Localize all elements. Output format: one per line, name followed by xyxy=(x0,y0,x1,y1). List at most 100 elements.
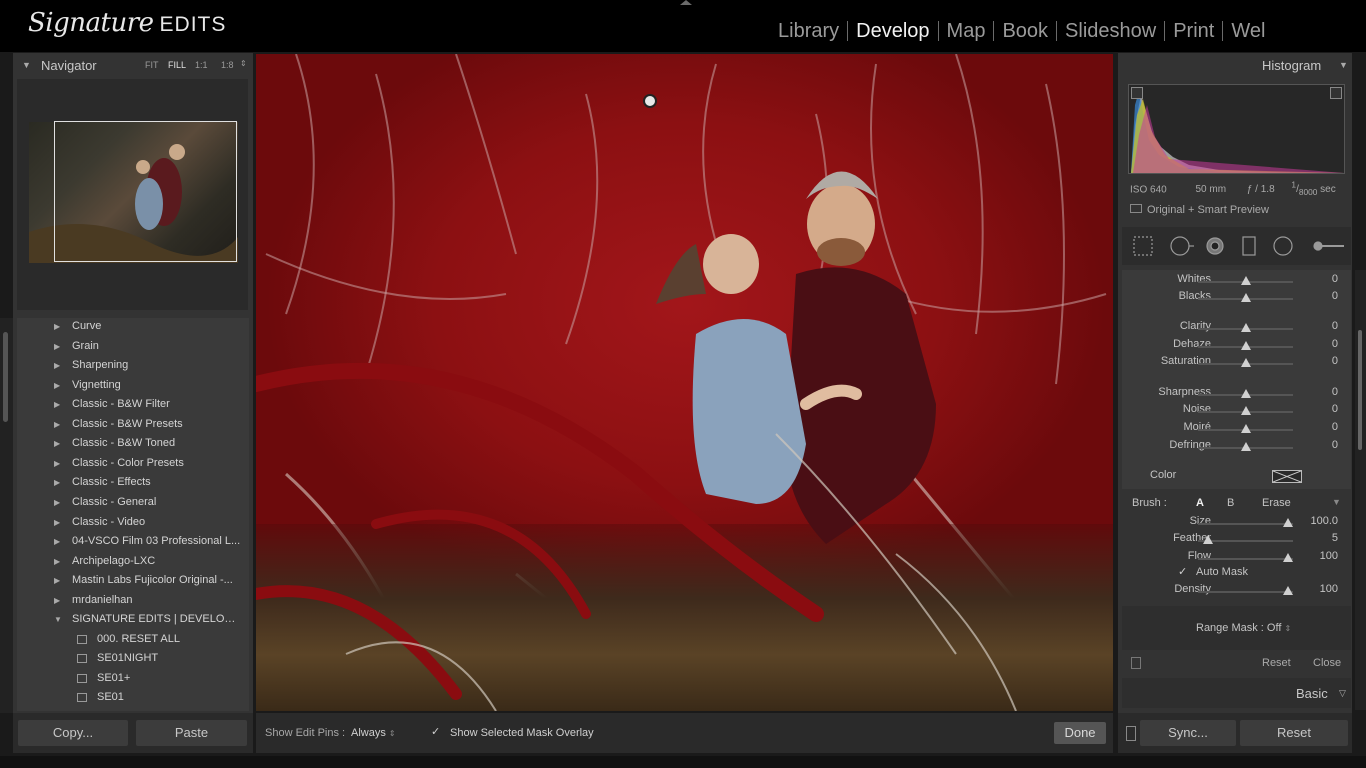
basic-panel-title[interactable]: Basic xyxy=(1296,686,1328,701)
preset-folder[interactable]: ▶ mrdanielhan xyxy=(17,592,249,611)
folder-collapsed-icon[interactable]: ▶ xyxy=(54,381,60,390)
slider-handle[interactable] xyxy=(1202,535,1213,544)
slider-blacks[interactable]: Blacks 0 xyxy=(1122,289,1346,306)
histogram-title[interactable]: Histogram xyxy=(1262,58,1321,73)
module-print[interactable]: Print xyxy=(1165,20,1222,43)
folder-collapsed-icon[interactable]: ▶ xyxy=(54,576,60,585)
preset-folder[interactable]: ▶ Grain xyxy=(17,338,249,357)
preset-folder[interactable]: ▼ SIGNATURE EDITS | DEVELOP PR... xyxy=(17,611,249,630)
module-library[interactable]: Library xyxy=(770,20,847,43)
preset-folder[interactable]: ▶ Archipelago-LXC xyxy=(17,553,249,572)
module-web[interactable]: Wel xyxy=(1223,20,1273,43)
folder-collapsed-icon[interactable]: ▶ xyxy=(54,596,60,605)
edit-pin[interactable] xyxy=(643,94,657,108)
folder-collapsed-icon[interactable]: ▶ xyxy=(54,478,60,487)
slider-brush-density[interactable]: Density 100 xyxy=(1122,582,1346,599)
basic-collapse-icon[interactable]: ▽ xyxy=(1339,688,1346,699)
folder-collapsed-icon[interactable]: ▶ xyxy=(54,518,60,527)
folder-collapsed-icon[interactable]: ▶ xyxy=(54,498,60,507)
auto-mask-label[interactable]: Auto Mask xyxy=(1196,566,1248,578)
slider-handle[interactable] xyxy=(1240,293,1251,302)
preset-folder[interactable]: ▶ Classic - Effects xyxy=(17,474,249,493)
slider-handle[interactable] xyxy=(1283,553,1294,562)
slider-brush-feather[interactable]: Feather 5 xyxy=(1122,531,1346,548)
slider-brush-flow[interactable]: Flow 100 xyxy=(1122,549,1346,566)
slider-track[interactable] xyxy=(1198,558,1293,560)
color-swatch[interactable] xyxy=(1272,470,1302,483)
show-edit-pins-select[interactable]: Always ⇕ xyxy=(351,727,396,739)
slider-defringe[interactable]: Defringe 0 xyxy=(1122,438,1346,455)
folder-collapsed-icon[interactable]: ▶ xyxy=(54,557,60,566)
slider-dehaze[interactable]: Dehaze 0 xyxy=(1122,337,1346,354)
navigator-view-rectangle[interactable] xyxy=(54,121,237,262)
folder-collapsed-icon[interactable]: ▶ xyxy=(54,342,60,351)
slider-value[interactable]: 0 xyxy=(1332,290,1338,302)
panel-reset-button[interactable]: Reset xyxy=(1262,657,1291,669)
module-slideshow[interactable]: Slideshow xyxy=(1057,20,1164,43)
preset-folder[interactable]: ▶ Sharpening xyxy=(17,357,249,376)
slider-value[interactable]: 0 xyxy=(1332,338,1338,350)
histogram-collapse-icon[interactable]: ▼ xyxy=(1339,60,1348,70)
zoom-1-1[interactable]: 1:1 xyxy=(195,60,208,70)
slider-handle[interactable] xyxy=(1283,586,1294,595)
auto-sync-toggle-icon[interactable] xyxy=(1126,726,1136,741)
folder-collapsed-icon[interactable]: ▶ xyxy=(54,439,60,448)
shadow-clipping-icon[interactable] xyxy=(1131,87,1143,99)
module-book[interactable]: Book xyxy=(994,20,1056,43)
slider-moir[interactable]: Moiré 0 xyxy=(1122,420,1346,437)
slider-handle[interactable] xyxy=(1240,276,1251,285)
slider-value[interactable]: 100 xyxy=(1320,583,1338,595)
slider-handle[interactable] xyxy=(1240,341,1251,350)
navigator-collapse-icon[interactable]: ▼ xyxy=(22,60,31,70)
brush-collapse-icon[interactable]: ▼ xyxy=(1332,497,1341,507)
slider-handle[interactable] xyxy=(1240,424,1251,433)
folder-collapsed-icon[interactable]: ▶ xyxy=(54,361,60,370)
mask-toggle-switch-icon[interactable] xyxy=(1131,657,1141,669)
reset-button[interactable]: Reset xyxy=(1240,720,1348,746)
preset-folder[interactable]: ▶ Classic - B&W Filter xyxy=(17,396,249,415)
slider-track[interactable] xyxy=(1198,591,1293,593)
slider-handle[interactable] xyxy=(1240,389,1251,398)
preset-folder[interactable]: ▶ Classic - General xyxy=(17,494,249,513)
slider-value[interactable]: 0 xyxy=(1332,421,1338,433)
preset-folder[interactable]: ▶ Vignetting xyxy=(17,377,249,396)
collapse-top-panel-icon[interactable] xyxy=(680,0,692,5)
slider-sharpness[interactable]: Sharpness 0 xyxy=(1122,385,1346,402)
left-panel-scrollbar[interactable] xyxy=(0,318,13,713)
preset-folder[interactable]: ▶ Classic - B&W Presets xyxy=(17,416,249,435)
navigator-title[interactable]: Navigator xyxy=(41,58,97,73)
panel-close-button[interactable]: Close xyxy=(1313,657,1341,669)
slider-whites[interactable]: Whites 0 xyxy=(1122,272,1346,289)
preset-item[interactable]: 000. RESET ALL xyxy=(17,631,249,650)
slider-handle[interactable] xyxy=(1283,518,1294,527)
slider-value[interactable]: 100 xyxy=(1320,550,1338,562)
brush-erase-tab[interactable]: Erase xyxy=(1262,497,1291,509)
slider-value[interactable]: 0 xyxy=(1332,403,1338,415)
brush-a-tab[interactable]: A xyxy=(1196,497,1204,509)
slider-handle[interactable] xyxy=(1240,323,1251,332)
preset-item[interactable]: SE01+ xyxy=(17,670,249,689)
paste-button[interactable]: Paste xyxy=(136,720,247,746)
folder-collapsed-icon[interactable]: ▶ xyxy=(54,322,60,331)
preset-folder[interactable]: ▶ 04-VSCO Film 03 Professional L... xyxy=(17,533,249,552)
copy-button[interactable]: Copy... xyxy=(18,720,128,746)
auto-mask-checkbox[interactable]: ✓ xyxy=(1178,565,1187,578)
preset-folder[interactable]: ▶ Classic - Color Presets xyxy=(17,455,249,474)
slider-handle[interactable] xyxy=(1240,406,1251,415)
folder-collapsed-icon[interactable]: ▶ xyxy=(54,537,60,546)
slider-value[interactable]: 0 xyxy=(1332,439,1338,451)
preset-item[interactable]: SE01NIGHT xyxy=(17,650,249,669)
zoom-stepper-icon[interactable]: ⇕ xyxy=(240,59,247,68)
sync-button[interactable]: Sync... xyxy=(1140,720,1236,746)
slider-clarity[interactable]: Clarity 0 xyxy=(1122,319,1346,336)
slider-saturation[interactable]: Saturation 0 xyxy=(1122,354,1346,371)
preset-folder[interactable]: ▶ Curve xyxy=(17,318,249,337)
slider-noise[interactable]: Noise 0 xyxy=(1122,402,1346,419)
right-panel-scrollbar[interactable] xyxy=(1355,270,1366,710)
slider-track[interactable] xyxy=(1198,523,1293,525)
slider-value[interactable]: 0 xyxy=(1332,320,1338,332)
folder-expanded-icon[interactable]: ▼ xyxy=(54,615,62,624)
slider-value[interactable]: 5 xyxy=(1332,532,1338,544)
slider-brush-size[interactable]: Size 100.0 xyxy=(1122,514,1346,531)
module-develop[interactable]: Develop xyxy=(848,20,937,43)
